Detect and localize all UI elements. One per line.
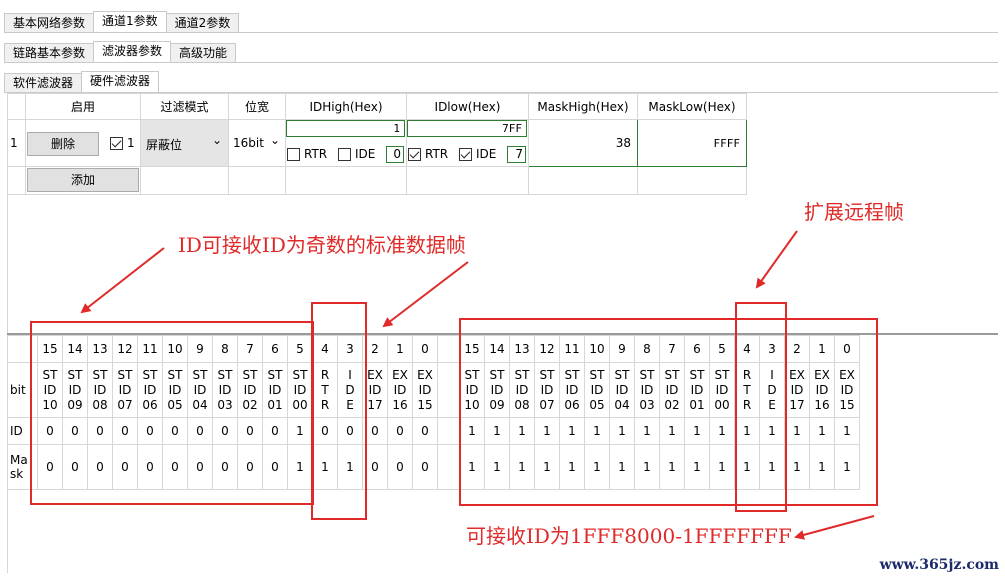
arrow-left-to-rtr-ide [382, 261, 469, 328]
col-header-masklow: MaskLow(Hex) [637, 93, 747, 120]
tab-top-1[interactable]: 通道1参数 [93, 11, 167, 33]
idhigh-number-input[interactable]: 0 [386, 146, 404, 163]
idhigh-cell: 1 RTR IDE 0 [285, 119, 407, 167]
mode-select[interactable]: 屏蔽位 ⌄ [140, 119, 229, 167]
enable-checkbox[interactable] [110, 137, 123, 150]
delete-button[interactable]: 删除 [27, 132, 99, 156]
idhigh-ide-label: IDE [355, 147, 376, 161]
highlight-box-left-stdid [30, 321, 314, 505]
chevron-down-icon: ⌄ [211, 133, 222, 147]
highlight-box-left-rtr-ide [311, 302, 367, 520]
hardware-filter-grid: 启用 过滤模式 位宽 IDHigh(Hex) IDlow(Hex) MaskHi… [7, 93, 747, 195]
id-bit-cell: 0 [412, 417, 438, 445]
idlow-rtr-checkbox[interactable] [408, 148, 421, 161]
annotation-left: ID可接收ID为奇数的标准数据帧 [178, 233, 466, 257]
arrow-bottom-to-box [794, 515, 875, 540]
empty-cell [228, 166, 286, 195]
width-select[interactable]: 16bit ⌄ [228, 119, 286, 167]
tab-top-2[interactable]: 通道2参数 [165, 13, 240, 33]
tab-sub-2[interactable]: 高级功能 [170, 43, 237, 63]
empty-cell [406, 166, 529, 195]
row-index-empty [7, 166, 26, 195]
arrow-left-to-stdid [80, 247, 165, 314]
annotation-bottom: 可接收ID为1FFF8000-1FFFFFFF [466, 524, 792, 548]
bit-name-cell: EX ID 16 [387, 362, 413, 418]
idlow-ide-checkbox[interactable] [459, 148, 472, 161]
col-header-maskhigh: MaskHigh(Hex) [528, 93, 638, 120]
top-tab-bar: 基本网络参数 通道1参数 通道2参数 [4, 11, 240, 33]
sub-tab-line [4, 62, 998, 63]
col-header-enable: 启用 [25, 93, 141, 120]
tab-top-0[interactable]: 基本网络参数 [4, 13, 95, 33]
annotation-right: 扩展远程帧 [804, 200, 904, 224]
empty-cell [285, 166, 407, 195]
idhigh-rtr-checkbox[interactable] [287, 148, 300, 161]
enable-cell: 删除 1 [25, 119, 141, 167]
col-header-mode: 过滤模式 [140, 93, 229, 120]
highlight-box-right-all [459, 318, 878, 506]
idlow-ide-label: IDE [476, 147, 497, 161]
bit-grid-gap [437, 444, 460, 490]
bit-grid-gap [437, 362, 460, 418]
bit-name-cell: EX ID 15 [412, 362, 438, 418]
tab-sub-1[interactable]: 滤波器参数 [93, 41, 172, 63]
idhigh-ide-checkbox[interactable] [338, 148, 351, 161]
idhigh-rtr-label: RTR [304, 147, 328, 161]
bit-number-cell: 0 [412, 335, 438, 363]
idlow-rtr-label: RTR [425, 147, 449, 161]
mask-bit-cell: 0 [412, 444, 438, 490]
enable-number: 1 [127, 136, 135, 150]
col-header-idlow: IDlow(Hex) [406, 93, 529, 120]
add-cell: 添加 [25, 166, 141, 195]
add-button[interactable]: 添加 [27, 168, 139, 192]
empty-cell [637, 166, 747, 195]
bit-grid-gap [437, 335, 460, 363]
watermark: www.365jz.com [879, 557, 999, 573]
bit-grid-gap [437, 417, 460, 445]
idlow-cell: 7FF RTR IDE 7 [406, 119, 529, 167]
idhigh-input[interactable]: 1 [286, 120, 405, 137]
empty-cell [528, 166, 638, 195]
highlight-box-right-rtr-ide [735, 302, 787, 512]
mask-bit-cell: 0 [387, 444, 413, 490]
top-tab-line [4, 32, 998, 33]
bit-number-cell: 1 [387, 335, 413, 363]
filter-tab-bar: 软件滤波器 硬件滤波器 [4, 71, 160, 93]
chevron-down-icon: ⌄ [269, 133, 280, 147]
mode-value: 屏蔽位 [146, 138, 183, 152]
arrow-right-to-rtr-ide [755, 230, 798, 289]
row-header-corner [7, 93, 26, 120]
idlow-number-input[interactable]: 7 [507, 146, 526, 163]
empty-cell [140, 166, 229, 195]
tab-sub-0[interactable]: 链路基本参数 [4, 43, 95, 63]
maskhigh-input[interactable]: 38 [528, 119, 638, 167]
masklow-input[interactable]: FFFF [637, 119, 747, 167]
sub-tab-bar: 链路基本参数 滤波器参数 高级功能 [4, 41, 237, 63]
tab-filter-0[interactable]: 软件滤波器 [4, 73, 83, 93]
id-bit-cell: 0 [387, 417, 413, 445]
col-header-width: 位宽 [228, 93, 286, 120]
col-header-idhigh: IDHigh(Hex) [285, 93, 407, 120]
tab-filter-1[interactable]: 硬件滤波器 [81, 71, 160, 93]
row-index: 1 [7, 119, 26, 167]
idlow-input[interactable]: 7FF [407, 120, 527, 137]
width-value: 16bit [233, 136, 264, 150]
